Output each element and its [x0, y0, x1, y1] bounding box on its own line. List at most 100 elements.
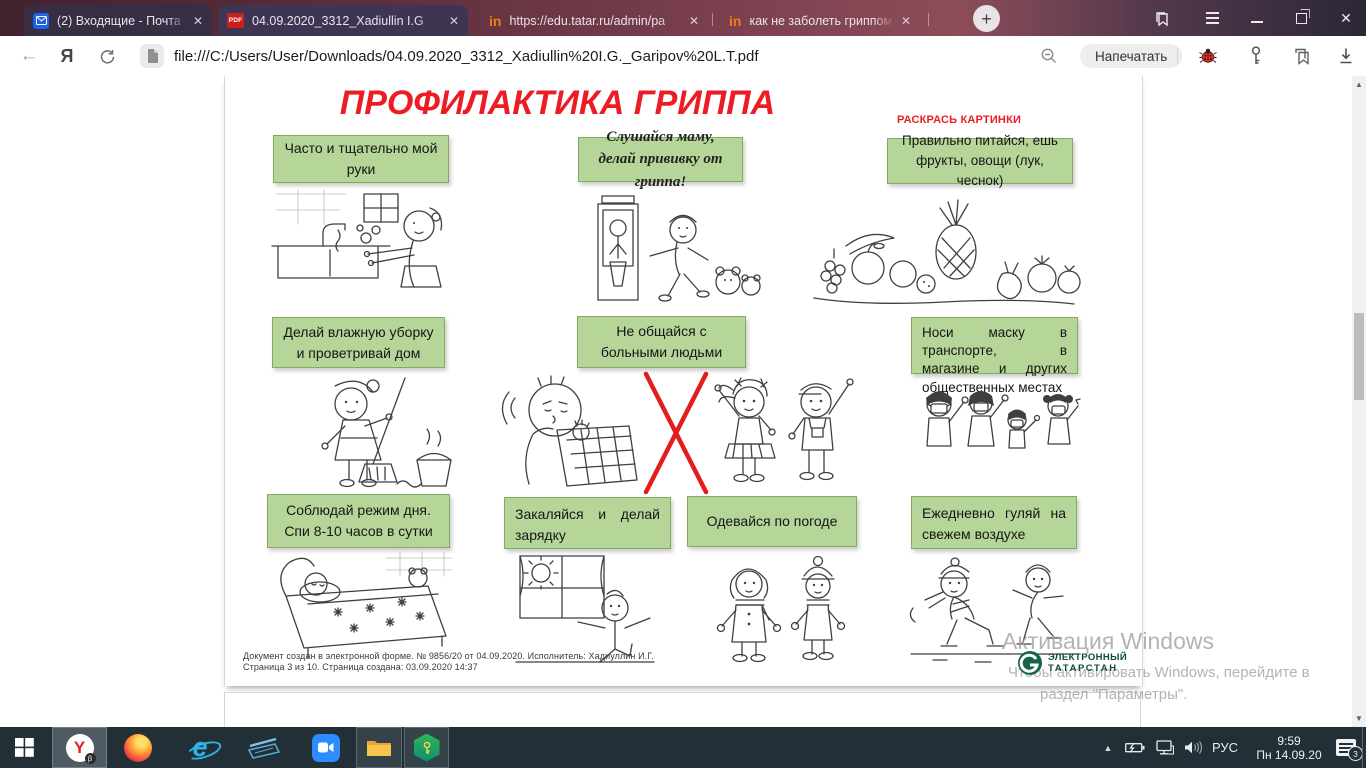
- page-file-icon[interactable]: [140, 44, 164, 68]
- taskbar-file-explorer[interactable]: [356, 727, 402, 768]
- zoom-icon: [312, 734, 340, 762]
- tab-close-icon[interactable]: ✕: [901, 15, 911, 27]
- drawing-mopping-girl: [277, 372, 465, 499]
- stamp-line-1: Документ создан в электронной форме. № 9…: [243, 651, 803, 662]
- electronic-tatarstan-icon: [1016, 649, 1044, 677]
- taskbar-internet-explorer[interactable]: e: [176, 727, 224, 768]
- tab-title: 04.09.2020_3312_Xadiullin I.G: [252, 14, 442, 28]
- taskbar-scanner[interactable]: [240, 727, 288, 768]
- logo-line-1: ЭЛЕКТРОННЫЙ: [1048, 652, 1127, 663]
- browser-tab-bar: (2) Входящие - Почта Mail.ru ✕ PDF 04.09…: [0, 0, 1366, 36]
- scroll-down-icon[interactable]: ▼: [1352, 714, 1366, 723]
- desktop-screen: (2) Входящие - Почта Mail.ru ✕ PDF 04.09…: [0, 0, 1366, 768]
- tab-title: https://edu.tatar.ru/admin/pa: [509, 14, 681, 28]
- pdf-page-1: ПРОФИЛАКТИКА ГРИППА РАСКРАСЬ КАРТИНКИ Ча…: [224, 76, 1143, 686]
- tip-box-vaccine: Слушайся маму, делай прививку от гриппа!: [578, 137, 743, 182]
- restore-button[interactable]: [1284, 0, 1318, 36]
- download-icon[interactable]: [1330, 36, 1362, 76]
- yandex-search-icon[interactable]: Я: [52, 36, 82, 76]
- drawing-washing-hands: [268, 188, 452, 312]
- tab-title: как не заболеть гриппом.jpg: [749, 14, 893, 28]
- browser-toolbar: ← Я file:///C:/Users/User/Downloads/04.0…: [0, 36, 1366, 76]
- stamp-line-2: Страница 3 из 10. Страница создана: 03.0…: [243, 662, 803, 673]
- pdf-favicon-icon: PDF: [227, 13, 244, 28]
- windows-taskbar: Y β e: [0, 727, 1366, 768]
- tab-edu-tatar[interactable]: in https://edu.tatar.ru/admin/pa ✕: [480, 5, 708, 36]
- drawing-fruits-vegetables: [806, 194, 1082, 311]
- tab-gripp-image[interactable]: in как не заболеть гриппом.jpg ✕: [720, 5, 920, 36]
- tip-box-wear-mask: Носи маску в транспорте, в магазине и др…: [911, 317, 1078, 374]
- action-center-button[interactable]: 3: [1332, 727, 1360, 768]
- tab-close-icon[interactable]: ✕: [449, 15, 459, 27]
- notification-badge: 3: [1348, 746, 1363, 761]
- address-bar[interactable]: file:///C:/Users/User/Downloads/04.09.20…: [174, 36, 759, 76]
- edu-tatar-favicon-icon: in: [489, 13, 501, 29]
- color-note: РАСКРАСЬ КАРТИНКИ: [897, 114, 1021, 126]
- collections-icon[interactable]: [1286, 36, 1318, 76]
- tray-show-hidden-icons[interactable]: ▲: [1098, 727, 1118, 768]
- tip-box-avoid-sick: Не общайся с больными людьми: [577, 316, 746, 368]
- firefox-icon: [124, 734, 152, 762]
- back-icon[interactable]: ←: [14, 36, 44, 76]
- tip-box-eat-right: Правильно питайся, ешь фрукты, овощи (лу…: [887, 138, 1073, 184]
- time: 9:59: [1256, 734, 1321, 748]
- volume-icon[interactable]: [1180, 727, 1206, 768]
- tip-box-wash-hands: Часто и тщательно мой руки: [273, 135, 449, 183]
- scrollbar-thumb[interactable]: [1354, 313, 1364, 400]
- tab-title: (2) Входящие - Почта Mail.ru: [57, 14, 186, 28]
- kaspersky-icon: [414, 734, 440, 762]
- tab-mailru[interactable]: (2) Входящие - Почта Mail.ru ✕: [24, 5, 212, 36]
- drawing-sneezing-man: [497, 368, 645, 502]
- drawing-family-masks: [908, 382, 1085, 485]
- password-key-icon[interactable]: [1240, 36, 1272, 76]
- refresh-icon[interactable]: [92, 36, 122, 76]
- show-desktop-button[interactable]: [1362, 727, 1363, 768]
- print-button[interactable]: Напечатать: [1080, 44, 1182, 68]
- document-stamp: Документ создан в электронной форме. № 9…: [243, 651, 803, 672]
- new-tab-button[interactable]: +: [973, 5, 1000, 32]
- scroll-up-icon[interactable]: ▲: [1352, 80, 1366, 89]
- drawing-boy-at-door: [590, 194, 762, 311]
- action-center-icon: 3: [1336, 739, 1356, 756]
- taskbar-zoom[interactable]: [302, 727, 350, 768]
- tip-box-fresh-air: Ежедневно гуляй на свежем воздухе: [911, 496, 1077, 549]
- mailru-favicon-icon: [33, 13, 49, 29]
- tip-box-sleep: Соблюдай режим дня. Спи 8-10 часов в сут…: [267, 494, 450, 548]
- yandex-browser-icon: Y β: [66, 734, 94, 762]
- internet-explorer-icon: e: [192, 734, 207, 761]
- windows-activation-watermark-line3: раздел "Параметры".: [1040, 686, 1187, 703]
- tab-separator: [712, 13, 713, 26]
- drawing-kids-waving: [705, 368, 862, 499]
- zoom-out-icon[interactable]: [1034, 36, 1064, 76]
- menu-icon[interactable]: [1196, 0, 1228, 36]
- close-window-button[interactable]: ✕: [1328, 0, 1364, 36]
- network-icon[interactable]: [1152, 727, 1178, 768]
- tab-panel-icon[interactable]: [1146, 0, 1178, 36]
- tab-close-icon[interactable]: ✕: [689, 15, 699, 27]
- taskbar-firefox[interactable]: [114, 727, 162, 768]
- tab-pdf-active[interactable]: PDF 04.09.2020_3312_Xadiullin I.G ✕: [218, 5, 468, 36]
- battery-icon[interactable]: [1122, 727, 1148, 768]
- minimize-button[interactable]: [1240, 0, 1274, 36]
- tab-separator: [928, 13, 929, 26]
- edu-tatar-favicon-icon: in: [729, 13, 741, 29]
- beta-badge: β: [85, 753, 96, 764]
- logo-line-2: ТАТАРСТАН: [1048, 663, 1127, 674]
- language-indicator[interactable]: РУС: [1206, 727, 1244, 768]
- taskbar-kaspersky[interactable]: [404, 727, 449, 768]
- prohibition-x-mark: [638, 370, 714, 501]
- poster-title: ПРОФИЛАКТИКА ГРИППА: [335, 84, 780, 123]
- taskbar-yandex-browser[interactable]: Y β: [52, 727, 107, 768]
- tip-box-dress-weather: Одевайся по погоде: [687, 496, 857, 547]
- pdf-page-2: [224, 692, 1141, 727]
- file-explorer-icon: [366, 737, 392, 758]
- start-button[interactable]: [0, 727, 48, 768]
- tip-box-cleaning: Делай влажную уборку и проветривай дом: [272, 317, 445, 368]
- scrollbar[interactable]: ▲ ▼: [1352, 76, 1366, 727]
- tip-box-exercise: Закаляйся и делай зарядку: [504, 497, 671, 549]
- tab-close-icon[interactable]: ✕: [193, 15, 203, 27]
- electronic-tatarstan-logo: ЭЛЕКТРОННЫЙ ТАТАРСТАН: [1016, 649, 1127, 677]
- clock[interactable]: 9:59 Пн 14.09.20: [1246, 727, 1332, 768]
- scanner-icon: [247, 736, 281, 760]
- bug-report-icon[interactable]: [1192, 36, 1224, 76]
